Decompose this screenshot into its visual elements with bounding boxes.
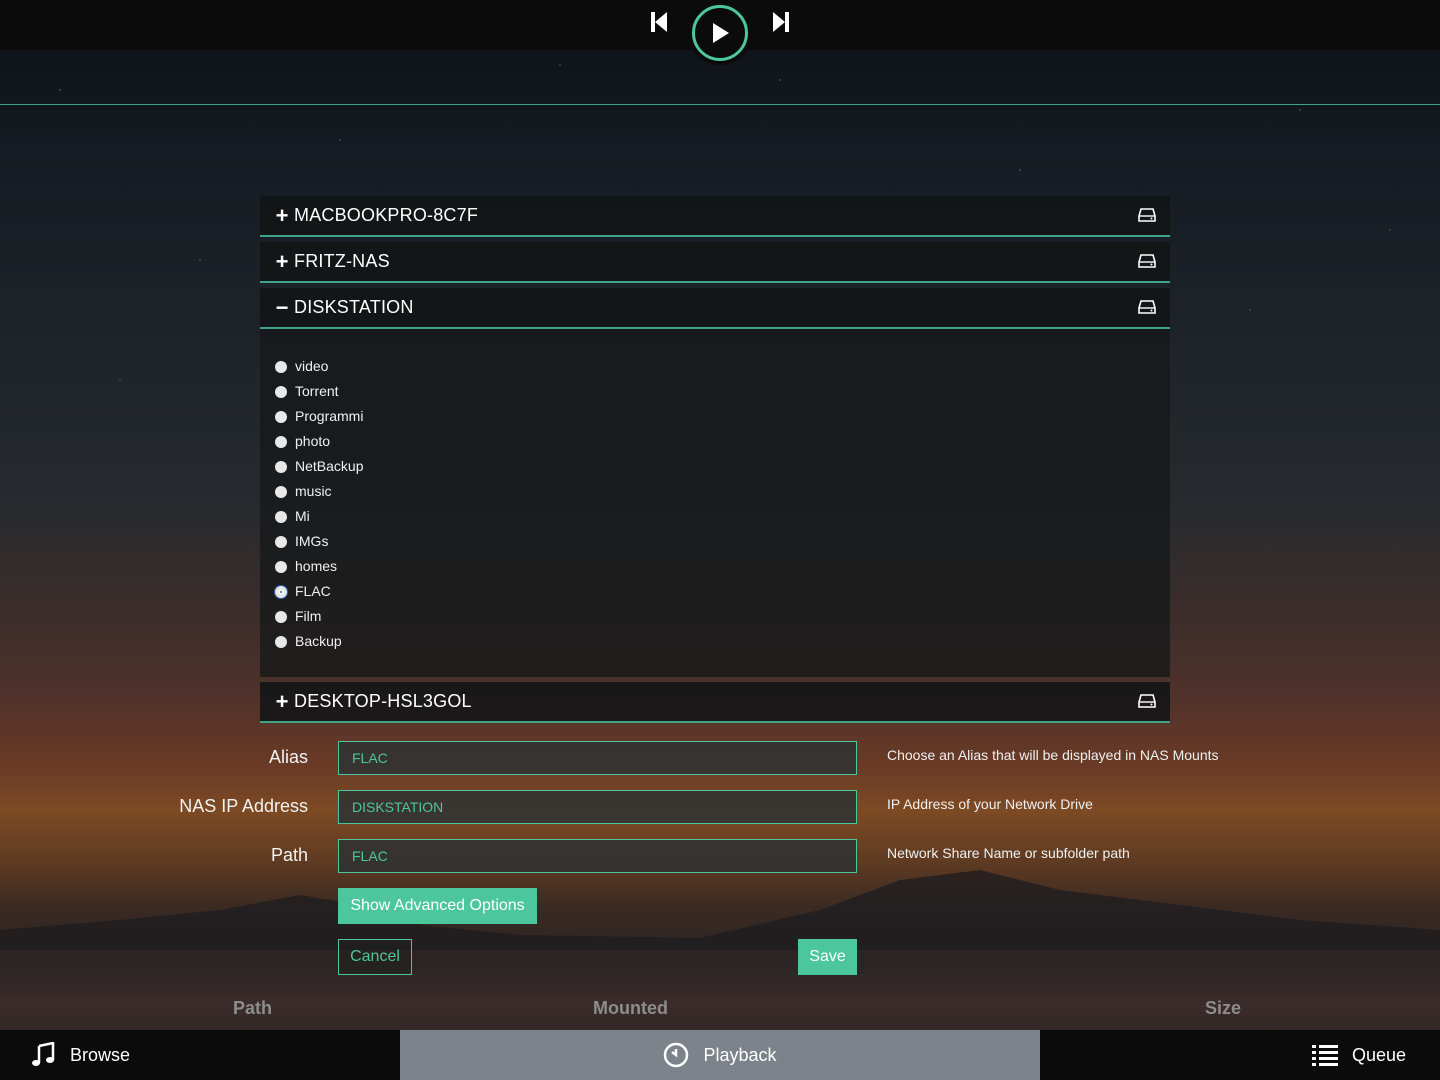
share-label: video — [295, 357, 329, 374]
play-icon — [713, 23, 729, 43]
nas-name: MACBOOKPRO-8C7F — [294, 205, 479, 225]
alias-help: Choose an Alias that will be displayed i… — [887, 747, 1219, 763]
nas-item-fritz-nas[interactable]: + FRITZ-NAS — [260, 242, 1170, 283]
nas-name: DISKSTATION — [294, 297, 414, 317]
nas-item-macbookpro[interactable]: + MACBOOKPRO-8C7F — [260, 196, 1170, 237]
ip-input[interactable] — [338, 790, 857, 824]
radio-button[interactable] — [275, 611, 287, 623]
share-label: NetBackup — [295, 457, 364, 474]
radio-button[interactable] — [275, 486, 287, 498]
radio-button-checked[interactable] — [275, 586, 287, 598]
nas-name: FRITZ-NAS — [294, 251, 390, 271]
radio-button[interactable] — [275, 636, 287, 648]
share-option[interactable]: NetBackup — [275, 453, 1170, 478]
share-option[interactable]: video — [275, 353, 1170, 378]
share-option[interactable]: Mi — [275, 503, 1170, 528]
radio-button[interactable] — [275, 386, 287, 398]
clock-icon — [664, 1042, 689, 1068]
share-list: video Torrent Programmi photo NetBackup … — [260, 329, 1170, 677]
share-label: Programmi — [295, 407, 364, 424]
expand-icon: + — [275, 202, 289, 228]
ip-label: NAS IP Address — [179, 796, 308, 816]
column-path[interactable]: Path — [233, 998, 272, 1019]
nas-item-diskstation[interactable]: − DISKSTATION — [260, 288, 1170, 329]
share-option[interactable]: IMGs — [275, 528, 1170, 553]
radio-button[interactable] — [275, 561, 287, 573]
share-label: photo — [295, 432, 331, 449]
share-label: FLAC — [295, 582, 331, 599]
column-mounted[interactable]: Mounted — [593, 998, 668, 1019]
share-option[interactable]: Torrent — [275, 378, 1170, 403]
tab-label: Browse — [70, 1044, 131, 1065]
show-advanced-options-button[interactable]: Show Advanced Options — [338, 888, 537, 924]
radio-button[interactable] — [275, 511, 287, 523]
expand-icon: + — [275, 248, 289, 274]
share-label: Film — [295, 607, 322, 624]
path-input[interactable] — [338, 839, 857, 873]
alias-label: Alias — [268, 747, 308, 767]
share-label: Mi — [295, 507, 310, 524]
header-divider — [0, 104, 1440, 105]
tab-browse[interactable]: Browse — [30, 1030, 130, 1080]
nas-panel: + MACBOOKPRO-8C7F + FRITZ-NAS − DISKSTAT… — [260, 196, 1170, 728]
hard-drive-icon — [1138, 300, 1156, 314]
tab-label: Queue — [1351, 1044, 1406, 1065]
play-button[interactable] — [692, 5, 748, 61]
skip-next-icon[interactable] — [769, 10, 791, 34]
cancel-button[interactable]: Cancel — [338, 939, 412, 975]
collapse-icon: − — [275, 294, 289, 320]
alias-row: Alias Choose an Alias that will be displ… — [0, 741, 1440, 775]
bottom-nav: Browse Playback Queue — [0, 1030, 1440, 1080]
radio-button[interactable] — [275, 411, 287, 423]
path-row: Path Network Share Name or subfolder pat… — [0, 839, 1440, 873]
share-option[interactable]: Backup — [275, 628, 1170, 653]
save-button[interactable]: Save — [798, 939, 857, 975]
alias-input[interactable] — [338, 741, 857, 775]
share-label: Torrent — [295, 382, 339, 399]
tab-label: Playback — [703, 1044, 777, 1065]
column-size[interactable]: Size — [1205, 998, 1241, 1019]
share-option[interactable]: Film — [275, 603, 1170, 628]
share-label: Backup — [295, 632, 342, 649]
share-label: IMGs — [295, 532, 329, 549]
tab-queue[interactable]: Queue — [1311, 1030, 1406, 1080]
share-label: music — [295, 482, 332, 499]
nas-name: DESKTOP-HSL3GOL — [294, 691, 472, 711]
skip-previous-icon[interactable] — [649, 10, 671, 34]
radio-button[interactable] — [275, 461, 287, 473]
share-option[interactable]: homes — [275, 553, 1170, 578]
radio-button[interactable] — [275, 536, 287, 548]
ip-row: NAS IP Address IP Address of your Networ… — [0, 790, 1440, 824]
path-label: Path — [270, 845, 308, 865]
music-note-icon — [32, 1042, 55, 1066]
list-icon — [1311, 1045, 1338, 1066]
ip-help: IP Address of your Network Drive — [887, 796, 1093, 812]
share-option[interactable]: photo — [275, 428, 1170, 453]
expand-icon: + — [275, 688, 289, 714]
radio-button[interactable] — [275, 361, 287, 373]
share-option[interactable]: music — [275, 478, 1170, 503]
path-help: Network Share Name or subfolder path — [887, 845, 1130, 861]
share-option[interactable]: Programmi — [275, 403, 1170, 428]
radio-button[interactable] — [275, 436, 287, 448]
hard-drive-icon — [1138, 208, 1156, 222]
share-option-selected[interactable]: FLAC — [275, 578, 1170, 603]
nas-item-desktop[interactable]: + DESKTOP-HSL3GOL — [260, 682, 1170, 723]
share-label: homes — [295, 557, 338, 574]
tab-playback[interactable]: Playback — [400, 1030, 1040, 1080]
hard-drive-icon — [1138, 254, 1156, 268]
hard-drive-icon — [1138, 694, 1156, 708]
